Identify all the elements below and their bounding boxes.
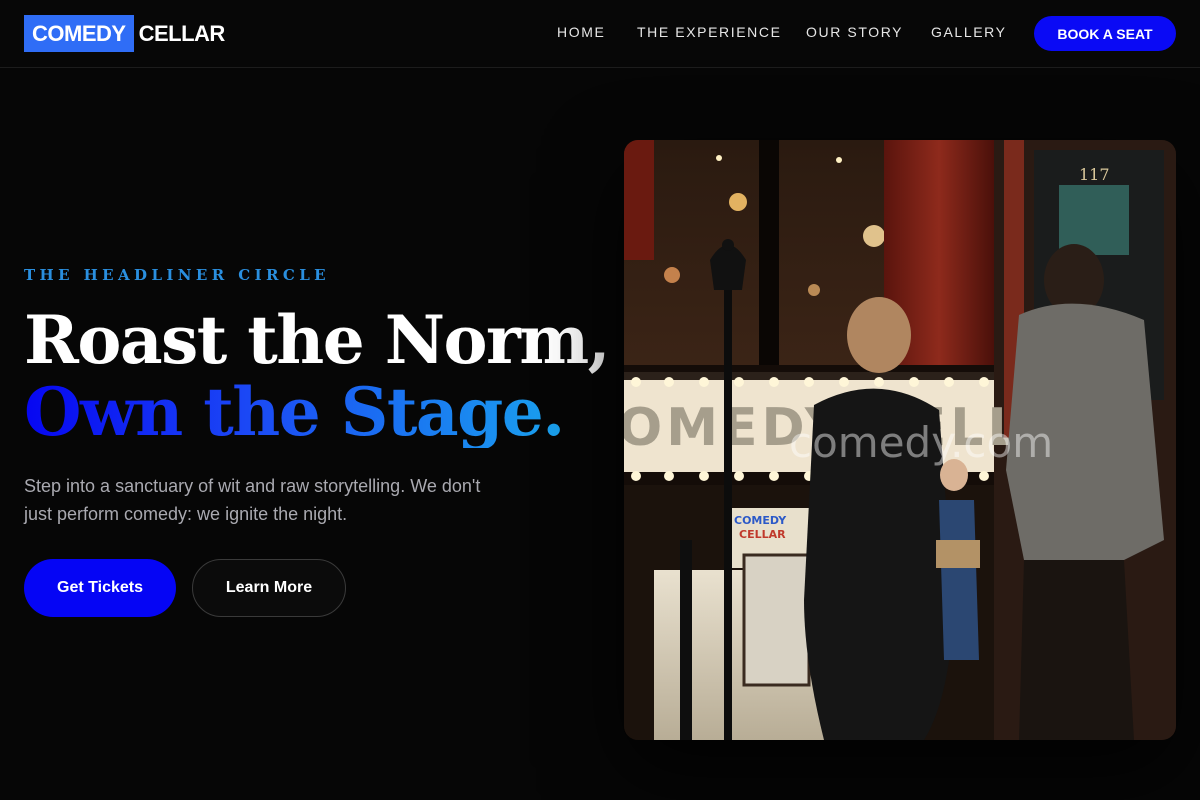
logo-highlight: COMEDY	[24, 15, 134, 52]
nav-item-home[interactable]: HOME	[557, 24, 605, 40]
hero-headline: Roast the Norm, Own the Stage.	[24, 301, 611, 451]
door-number: 117	[1079, 165, 1110, 184]
get-tickets-button[interactable]: Get Tickets	[24, 559, 176, 617]
headline-line-1: Roast the Norm,	[24, 301, 611, 379]
nav-item-the-experience[interactable]: THE EXPERIENCE	[637, 24, 782, 40]
book-a-seat-button[interactable]: BOOK A SEAT	[1034, 16, 1176, 51]
headline-line-2: Own the Stage.	[24, 373, 565, 451]
nav-item-our-story[interactable]: OUR STORY	[806, 24, 903, 40]
learn-more-button[interactable]: Learn More	[192, 559, 346, 617]
nav-item-gallery[interactable]: GALLERY	[931, 24, 1007, 40]
logo-text: CELLAR	[138, 20, 226, 46]
poster-text-bottom: CELLAR	[739, 528, 786, 541]
hero-photo: 117 OMEDY CELLAR COMEDY CELLAR comedy.co…	[624, 140, 1176, 740]
site-header: COMEDY CELLAR HOME THE EXPERIENCE OUR ST…	[0, 0, 1200, 68]
hero-subtext: Step into a sanctuary of wit and raw sto…	[24, 476, 481, 524]
club-entrance-illustration: 117 OMEDY CELLAR COMEDY CELLAR	[624, 140, 1176, 740]
site-logo[interactable]: COMEDY CELLAR	[24, 15, 225, 52]
hero-eyebrow: THE HEADLINER CIRCLE	[24, 266, 330, 284]
poster-text-top: COMEDY	[734, 514, 787, 527]
